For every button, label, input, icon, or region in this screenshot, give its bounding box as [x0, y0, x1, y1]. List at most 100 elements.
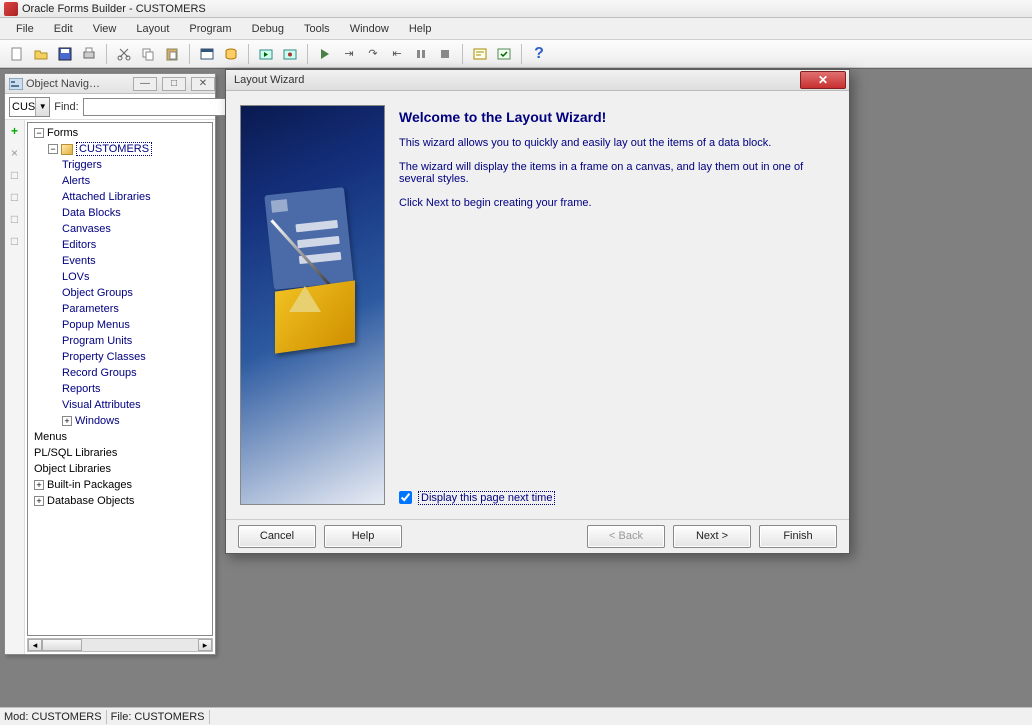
pause-icon[interactable]	[410, 43, 432, 65]
tree-node[interactable]: Reports	[62, 383, 101, 395]
tree-node-forms[interactable]: Forms	[47, 127, 78, 139]
display-next-time-checkbox[interactable]: Display this page next time	[399, 491, 835, 505]
tree-item[interactable]: +Windows	[62, 413, 212, 429]
menu-program[interactable]: Program	[179, 20, 241, 38]
scroll-left-icon[interactable]: ◂	[28, 639, 42, 651]
tree-item[interactable]: Events	[62, 253, 212, 269]
compile-icon[interactable]	[493, 43, 515, 65]
find-input[interactable]	[83, 98, 227, 116]
tree-item[interactable]: Editors	[62, 237, 212, 253]
expand-icon[interactable]: □	[8, 168, 22, 182]
tree-node[interactable]: Menus	[34, 431, 67, 443]
object-navigator-titlebar[interactable]: Object Navig… — □ ✕	[5, 74, 215, 94]
expand-all-icon[interactable]: □	[8, 212, 22, 226]
tree-item[interactable]: Reports	[62, 381, 212, 397]
tree-hscrollbar[interactable]: ◂ ▸	[27, 638, 213, 652]
help-icon[interactable]: ?	[528, 43, 550, 65]
menu-view[interactable]: View	[83, 20, 127, 38]
tree-node[interactable]: Built-in Packages	[47, 479, 132, 491]
new-icon[interactable]	[6, 43, 28, 65]
print-icon[interactable]	[78, 43, 100, 65]
tree-node[interactable]: Parameters	[62, 303, 119, 315]
tree-item[interactable]: Triggers	[62, 157, 212, 173]
run-debug-icon[interactable]	[279, 43, 301, 65]
help-button[interactable]: Help	[324, 525, 402, 548]
tree-item[interactable]: Alerts	[62, 173, 212, 189]
checkbox-input[interactable]	[399, 491, 412, 504]
tree-item[interactable]: Visual Attributes	[62, 397, 212, 413]
menu-window[interactable]: Window	[340, 20, 399, 38]
tree-item[interactable]: Popup Menus	[62, 317, 212, 333]
tree-item[interactable]: Canvases	[62, 221, 212, 237]
tree-node[interactable]: Record Groups	[62, 367, 137, 379]
menu-help[interactable]: Help	[399, 20, 442, 38]
object-type-combo[interactable]: CUS ▼	[9, 97, 50, 117]
go-icon[interactable]	[314, 43, 336, 65]
tree-node[interactable]: Canvases	[62, 223, 111, 235]
tree-node[interactable]: Attached Libraries	[62, 191, 151, 203]
wizard-titlebar[interactable]: Layout Wizard ✕	[226, 70, 849, 91]
stop-icon[interactable]	[434, 43, 456, 65]
tree-item[interactable]: Object Groups	[62, 285, 212, 301]
menu-layout[interactable]: Layout	[126, 20, 179, 38]
step-into-icon[interactable]: ⇥	[338, 43, 360, 65]
menu-edit[interactable]: Edit	[44, 20, 83, 38]
tree-node[interactable]: Property Classes	[62, 351, 146, 363]
finish-button[interactable]: Finish	[759, 525, 837, 548]
tree-node[interactable]: Object Groups	[62, 287, 133, 299]
tree-item[interactable]: Program Units	[62, 333, 212, 349]
tree-node[interactable]: Editors	[62, 239, 96, 251]
cut-icon[interactable]	[113, 43, 135, 65]
tree-item[interactable]: PL/SQL Libraries	[34, 445, 212, 461]
tree-item[interactable]: Attached Libraries	[62, 189, 212, 205]
scroll-right-icon[interactable]: ▸	[198, 639, 212, 651]
tree-toggle[interactable]: +	[34, 480, 44, 490]
maximize-button[interactable]: □	[162, 77, 186, 91]
next-button[interactable]: Next >	[673, 525, 751, 548]
tree-item[interactable]: LOVs	[62, 269, 212, 285]
tree-node[interactable]: LOVs	[62, 271, 90, 283]
save-icon[interactable]	[54, 43, 76, 65]
tree-toggle[interactable]: +	[62, 416, 72, 426]
debug-console-icon[interactable]	[469, 43, 491, 65]
tree-node[interactable]: Triggers	[62, 159, 102, 171]
tree-toggle[interactable]: +	[34, 496, 44, 506]
tree-node-customers[interactable]: CUSTOMERS	[76, 142, 152, 156]
tree-node[interactable]: Data Blocks	[62, 207, 121, 219]
create-icon[interactable]: +	[8, 124, 22, 138]
step-out-icon[interactable]: ⇤	[386, 43, 408, 65]
cancel-button[interactable]: Cancel	[238, 525, 316, 548]
close-button[interactable]: ✕	[800, 71, 846, 89]
paste-icon[interactable]	[161, 43, 183, 65]
collapse-all-icon[interactable]: □	[8, 234, 22, 248]
copy-icon[interactable]	[137, 43, 159, 65]
close-button[interactable]: ✕	[191, 77, 215, 91]
tree-node[interactable]: Popup Menus	[62, 319, 130, 331]
collapse-icon[interactable]: □	[8, 190, 22, 204]
object-tree[interactable]: −Forms −CUSTOMERS TriggersAlertsAttached…	[27, 122, 213, 636]
tree-item[interactable]: +Built-in Packages	[34, 477, 212, 493]
tree-node[interactable]: Alerts	[62, 175, 90, 187]
open-icon[interactable]	[30, 43, 52, 65]
menu-debug[interactable]: Debug	[242, 20, 294, 38]
tree-item[interactable]: Record Groups	[62, 365, 212, 381]
tree-node[interactable]: Object Libraries	[34, 463, 111, 475]
tree-item[interactable]: Parameters	[62, 301, 212, 317]
tree-toggle[interactable]: −	[48, 144, 58, 154]
connect-icon[interactable]	[220, 43, 242, 65]
menu-file[interactable]: File	[6, 20, 44, 38]
delete-icon[interactable]: ×	[8, 146, 22, 160]
tree-item[interactable]: +Database Objects	[34, 493, 212, 509]
tree-node[interactable]: Visual Attributes	[62, 399, 141, 411]
tree-item[interactable]: Object Libraries	[34, 461, 212, 477]
scroll-track[interactable]	[82, 639, 198, 651]
run-form-icon[interactable]	[255, 43, 277, 65]
tree-item[interactable]: Property Classes	[62, 349, 212, 365]
tree-node[interactable]: Windows	[75, 415, 120, 427]
menu-tools[interactable]: Tools	[294, 20, 340, 38]
tree-toggle[interactable]: −	[34, 128, 44, 138]
layout-editor-icon[interactable]	[196, 43, 218, 65]
tree-node[interactable]: Events	[62, 255, 96, 267]
minimize-button[interactable]: —	[133, 77, 157, 91]
tree-node[interactable]: PL/SQL Libraries	[34, 447, 117, 459]
